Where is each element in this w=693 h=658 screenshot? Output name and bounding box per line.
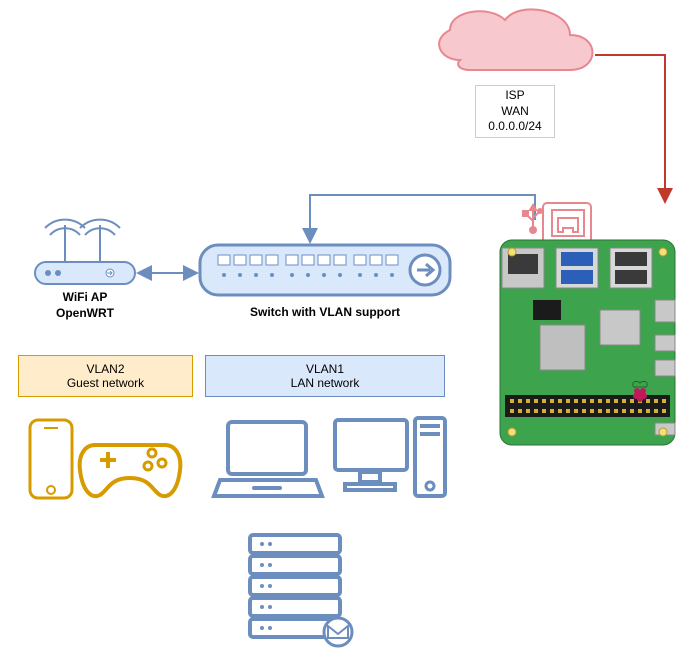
server-icon — [0, 0, 693, 658]
diagram-canvas: ISP WAN 0.0.0.0/24 WiFi AP OpenWRT Switc… — [0, 0, 693, 658]
